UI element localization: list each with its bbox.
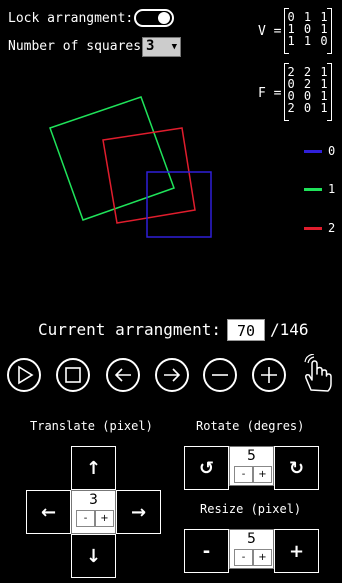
translate-left-button[interactable]: ←: [26, 490, 71, 534]
legend-line-0: [304, 150, 322, 153]
play-button[interactable]: [7, 358, 41, 392]
arrow-left-circle-icon: [114, 368, 131, 382]
translate-stepper: 3 - +: [71, 490, 116, 534]
legend-label-1: 1: [328, 182, 336, 196]
legend-label-2: 2: [328, 221, 336, 235]
rotate-increment-button[interactable]: +: [253, 466, 272, 483]
add-button[interactable]: [252, 358, 286, 392]
number-of-squares-label: Number of squares:: [8, 39, 149, 54]
matrix-left-bracket: [284, 8, 289, 54]
rotate-decrement-button[interactable]: -: [234, 466, 253, 483]
minus-icon: -: [202, 540, 211, 562]
arrow-up-icon: ↑: [85, 457, 102, 479]
rotate-ccw-button[interactable]: ↺: [184, 446, 229, 490]
v-matrix: 0 1 1 1 0 1 1 1 0: [284, 8, 332, 54]
translate-title: Translate (pixel): [30, 419, 153, 433]
f-row-3: 2 0 1: [287, 101, 329, 115]
resize-stepper: 5 - +: [229, 529, 274, 569]
rotate-cw-icon: ↻: [288, 457, 305, 479]
square-0[interactable]: [146, 171, 212, 238]
legend-line-1: [304, 188, 322, 191]
resize-title: Resize (pixel): [200, 502, 302, 516]
squares-canvas[interactable]: [0, 60, 250, 320]
resize-increment-button[interactable]: +: [253, 549, 272, 566]
lock-arrangement-label: Lock arrangment:: [8, 11, 134, 26]
rotate-ccw-icon: ↺: [198, 457, 215, 479]
toggle-knob: [158, 12, 170, 24]
resize-decrement-button[interactable]: -: [234, 549, 253, 566]
rotate-value-input[interactable]: 5: [230, 447, 273, 466]
resize-grow-button[interactable]: +: [274, 529, 319, 573]
matrix-right-bracket: [327, 63, 332, 121]
translate-decrement-button[interactable]: -: [76, 510, 95, 527]
arrow-left-icon: ←: [40, 501, 57, 523]
translate-value-input[interactable]: 3: [72, 491, 115, 510]
total-arrangements: /146: [270, 320, 309, 339]
translate-increment-button[interactable]: +: [95, 510, 114, 527]
plus-icon: +: [288, 540, 305, 562]
arrow-down-icon: ↓: [85, 545, 102, 567]
minus-circle-icon: [212, 374, 228, 376]
resize-shrink-button[interactable]: -: [184, 529, 229, 573]
next-button[interactable]: [155, 358, 189, 392]
rotate-stepper: 5 - +: [229, 446, 274, 486]
legend-line-2: [304, 227, 322, 230]
play-icon: [18, 365, 34, 385]
current-arrangement-input[interactable]: 70: [227, 319, 265, 341]
chevron-down-icon: ▼: [171, 42, 177, 52]
v-row-2: 1 1 0: [287, 34, 329, 48]
v-matrix-label: V =: [258, 24, 282, 39]
pointer-hand-icon[interactable]: [300, 354, 336, 394]
rotate-cw-button[interactable]: ↻: [274, 446, 319, 490]
f-matrix-label: F =: [258, 86, 282, 101]
stop-button[interactable]: [56, 358, 90, 392]
select-value: 3: [146, 38, 155, 54]
matrix-left-bracket: [284, 63, 289, 121]
square-1[interactable]: [49, 96, 175, 221]
stop-icon: [65, 367, 81, 383]
previous-button[interactable]: [106, 358, 140, 392]
arrow-right-circle-icon: [164, 368, 181, 382]
current-arrangement-label: Current arrangment:: [38, 320, 222, 339]
resize-value-input[interactable]: 5: [230, 530, 273, 549]
legend-label-0: 0: [328, 144, 336, 158]
remove-button[interactable]: [203, 358, 237, 392]
lock-arrangement-toggle[interactable]: [134, 9, 174, 27]
f-matrix: 2 2 1 0 2 1 0 0 1 2 0 1: [284, 63, 332, 121]
plus-circle-icon: [261, 367, 277, 383]
arrow-right-icon: →: [130, 501, 147, 523]
translate-down-button[interactable]: ↓: [71, 534, 116, 578]
rotate-title: Rotate (degres): [196, 419, 305, 433]
translate-right-button[interactable]: →: [116, 490, 161, 534]
number-of-squares-select[interactable]: 3 ▼: [142, 37, 181, 57]
translate-up-button[interactable]: ↑: [71, 446, 116, 490]
matrix-right-bracket: [327, 8, 332, 54]
